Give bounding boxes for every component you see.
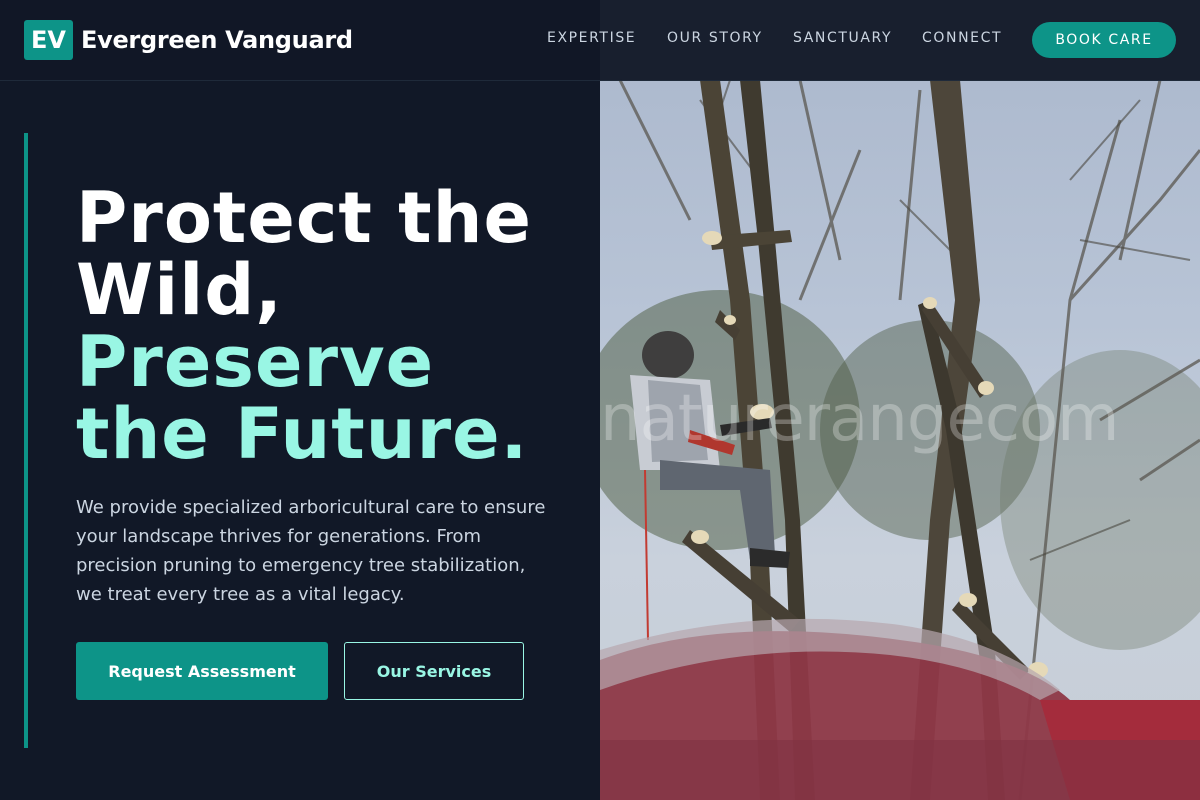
our-services-button[interactable]: Our Services xyxy=(344,642,524,700)
nav-item-sanctuary[interactable]: SANCTUARY xyxy=(793,30,892,50)
request-assessment-button[interactable]: Request Assessment xyxy=(76,642,328,700)
headline-line-2: Wild, xyxy=(76,249,283,331)
nav-item-expertise[interactable]: EXPERTISE xyxy=(547,30,636,50)
nav-item-connect[interactable]: CONNECT xyxy=(922,30,1002,50)
hero-description: We provide specialized arboricultural ca… xyxy=(76,497,546,605)
headline-line-4: the Future. xyxy=(76,393,529,475)
site-header: EV Evergreen Vanguard EXPERTISE OUR STOR… xyxy=(0,0,1200,81)
hero-photo: naturerangecom xyxy=(600,0,1200,800)
logo-badge: EV xyxy=(24,20,73,60)
photo-watermark: naturerangecom xyxy=(600,382,1120,456)
brand-logo[interactable]: EV Evergreen Vanguard xyxy=(24,20,353,60)
brand-name: Evergreen Vanguard xyxy=(81,26,353,54)
headline-line-1: Protect the xyxy=(76,177,532,259)
headline-line-3: Preserve xyxy=(76,321,435,403)
nav-item-our-story[interactable]: OUR STORY xyxy=(667,30,763,50)
hero-accent-bar xyxy=(24,133,28,748)
hero-headline: Protect the Wild, Preserve the Future. xyxy=(76,182,596,470)
book-care-button[interactable]: BOOK CARE xyxy=(1032,22,1176,58)
